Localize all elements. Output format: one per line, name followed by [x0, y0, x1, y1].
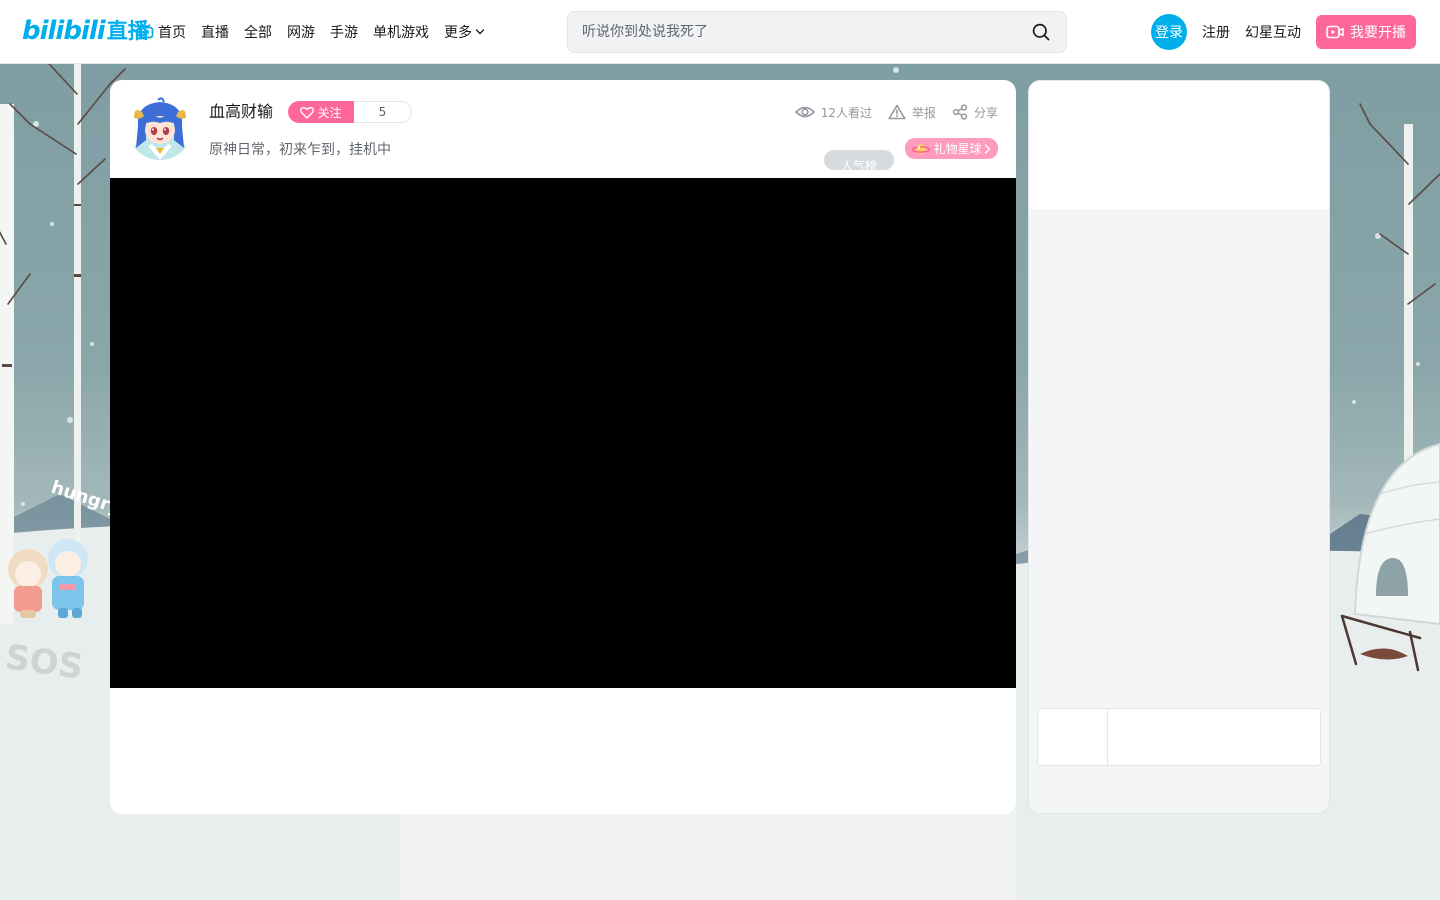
follow-label: 关注 [317, 105, 342, 120]
nav-label: 直播 [201, 25, 229, 41]
video-camera-icon [1326, 25, 1344, 39]
follower-count: 5 [354, 101, 412, 123]
viewers-stat: 12人看过 [794, 104, 872, 121]
nav-item-more[interactable]: 更多 [444, 22, 485, 42]
anchor-name[interactable]: 血高财输 [209, 101, 273, 123]
tv-icon [138, 24, 154, 39]
heart-icon [300, 106, 315, 119]
chat-input-divider [1107, 709, 1108, 765]
nav-item-live[interactable]: 直播 [201, 22, 229, 42]
search-input[interactable] [582, 12, 1012, 52]
share-icon [952, 104, 968, 120]
nav-label: 全部 [244, 25, 272, 41]
chat-input-area[interactable] [1037, 708, 1321, 766]
side-panel [1028, 80, 1330, 814]
follow-group: 关注 5 [288, 101, 412, 123]
brand-link[interactable]: 幻星互动 [1245, 22, 1301, 42]
side-panel-header [1029, 81, 1329, 209]
follow-button[interactable]: 关注 [288, 101, 354, 123]
nav-label: 更多 [444, 25, 472, 41]
player-card: 血高财输 关注 5 原神日常，初来乍到，挂机中 12人看过 举报 分享 人气榜 … [110, 80, 1016, 814]
room-meta: 12人看过 举报 分享 [794, 101, 998, 123]
bilibili-live-logo[interactable]: bilibili 直播 [22, 14, 149, 48]
start-live-button[interactable]: 我要开播 [1316, 15, 1416, 49]
anchor-avatar[interactable] [128, 96, 192, 160]
room-title: 原神日常，初来乍到，挂机中 [209, 142, 391, 158]
popularity-rank-badge[interactable]: 人气榜 [824, 150, 894, 170]
gift-planet-label: 礼物星球 [933, 142, 982, 156]
chevron-down-icon [475, 29, 485, 35]
planet-icon [912, 143, 931, 154]
header-right: 登录 注册 幻星互动 我要开播 [1151, 14, 1416, 50]
nav-label: 手游 [330, 25, 358, 41]
logo-text: bilibili [22, 16, 106, 46]
gift-planet-button[interactable]: 礼物星球 [905, 138, 998, 159]
nav-item-all[interactable]: 全部 [244, 22, 272, 42]
nav-item-home[interactable]: 首页 [138, 22, 186, 42]
share-button[interactable]: 分享 [952, 104, 998, 121]
search-icon[interactable] [1032, 23, 1050, 41]
nav-label: 单机游戏 [373, 25, 429, 41]
share-label: 分享 [973, 105, 998, 120]
report-button[interactable]: 举报 [888, 104, 936, 121]
login-button[interactable]: 登录 [1151, 14, 1187, 50]
nav-label: 首页 [158, 25, 186, 41]
nav-label: 网游 [287, 25, 315, 41]
start-live-label: 我要开播 [1350, 25, 1406, 41]
report-label: 举报 [911, 105, 936, 120]
warning-icon [888, 104, 906, 120]
nav-item-mobile-games[interactable]: 手游 [330, 22, 358, 42]
live-video-player[interactable] [110, 178, 1016, 688]
chevron-right-icon [984, 143, 990, 154]
viewers-text: 12人看过 [820, 105, 872, 120]
nav-item-console-games[interactable]: 单机游戏 [373, 22, 429, 42]
nav-item-online-games[interactable]: 网游 [287, 22, 315, 42]
eye-icon [794, 106, 815, 118]
top-header: bilibili 直播 首页 直播 全部 网游 手游 单机游戏 更多 听说你到处… [0, 0, 1440, 64]
main-nav: 首页 直播 全部 网游 手游 单机游戏 更多 [138, 0, 500, 64]
register-link[interactable]: 注册 [1202, 22, 1230, 42]
search-bar [567, 11, 1067, 53]
anime-girl-avatar-icon [128, 96, 192, 160]
